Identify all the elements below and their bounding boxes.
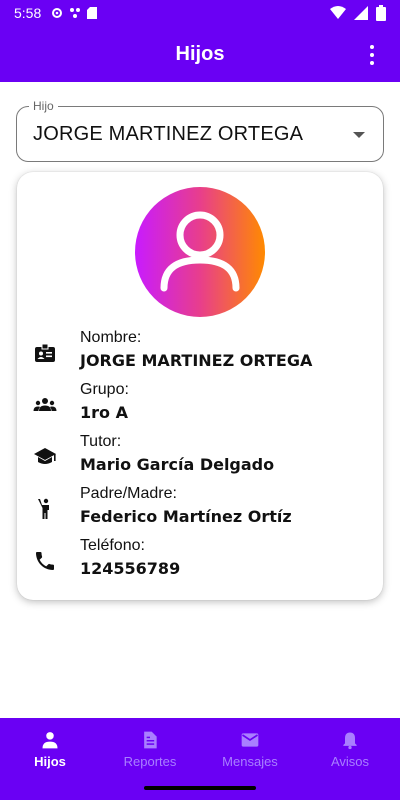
nav-item-mensajes[interactable]: Mensajes (200, 718, 300, 774)
child-select-label: Hijo (29, 99, 58, 113)
status-bar: 5:58 (0, 0, 400, 26)
nav-label: Reportes (123, 754, 177, 769)
badge-icon (35, 343, 55, 362)
nav-item-hijos[interactable]: Hijos (0, 718, 100, 774)
app-bar: Hijos (0, 26, 400, 82)
gear-icon (52, 8, 63, 18)
page-title: Hijos (175, 42, 225, 65)
school-icon (34, 448, 56, 464)
field-value: Mario García Delgado (80, 455, 275, 474)
nav-item-reportes[interactable]: Reportes (100, 718, 200, 774)
field-label: Tutor: (80, 433, 122, 450)
avatar (135, 187, 265, 317)
field-padre-madre: Padre/Madre: Federico Martínez Ortíz (29, 485, 369, 529)
field-value: 124556789 (80, 559, 181, 578)
field-nombre: Nombre: JORGE MARTINEZ ORTEGA (29, 329, 369, 373)
group-icon (33, 398, 57, 411)
field-telefono: Teléfono: 124556789 (29, 537, 369, 581)
field-grupo: Grupo: 1ro A (29, 381, 369, 425)
field-value: Federico Martínez Ortíz (80, 507, 292, 526)
wifi-icon (330, 6, 346, 19)
status-time: 5:58 (14, 5, 42, 21)
description-icon (144, 731, 157, 749)
person-raised-hand-icon (38, 498, 49, 519)
child-select-value: JORGE MARTINEZ ORTEGA (33, 122, 304, 145)
bell-icon (343, 732, 357, 750)
nav-label: Hijos (34, 754, 66, 769)
mail-icon (241, 733, 259, 747)
status-notification-icons (51, 7, 98, 19)
more-vert-icon[interactable] (362, 44, 382, 66)
battery-icon (376, 5, 386, 21)
field-label: Teléfono: (80, 537, 145, 554)
dots-icon (70, 8, 81, 18)
field-value: JORGE MARTINEZ ORTEGA (80, 351, 313, 370)
profile-card: Nombre: JORGE MARTINEZ ORTEGA Grupo: 1ro… (17, 172, 383, 600)
person-outline-icon (160, 211, 240, 292)
field-label: Nombre: (80, 329, 142, 346)
signal-icon (354, 6, 368, 20)
field-label: Padre/Madre: (80, 485, 177, 502)
home-indicator[interactable] (144, 786, 256, 790)
field-tutor: Tutor: Mario García Delgado (29, 433, 369, 477)
sd-card-icon (87, 7, 98, 19)
nav-label: Avisos (330, 754, 370, 769)
phone-icon (36, 552, 54, 570)
field-value: 1ro A (80, 403, 128, 422)
field-label: Grupo: (80, 381, 129, 398)
nav-item-avisos[interactable]: Avisos (300, 718, 400, 774)
dropdown-arrow-icon[interactable] (353, 132, 365, 138)
gesture-bar (0, 774, 400, 800)
bottom-nav: Hijos Reportes Mensajes Avisos (0, 718, 400, 774)
child-select-dropdown[interactable]: Hijo JORGE MARTINEZ ORTEGA (16, 99, 384, 162)
person-icon (42, 732, 58, 749)
nav-label: Mensajes (222, 754, 278, 769)
